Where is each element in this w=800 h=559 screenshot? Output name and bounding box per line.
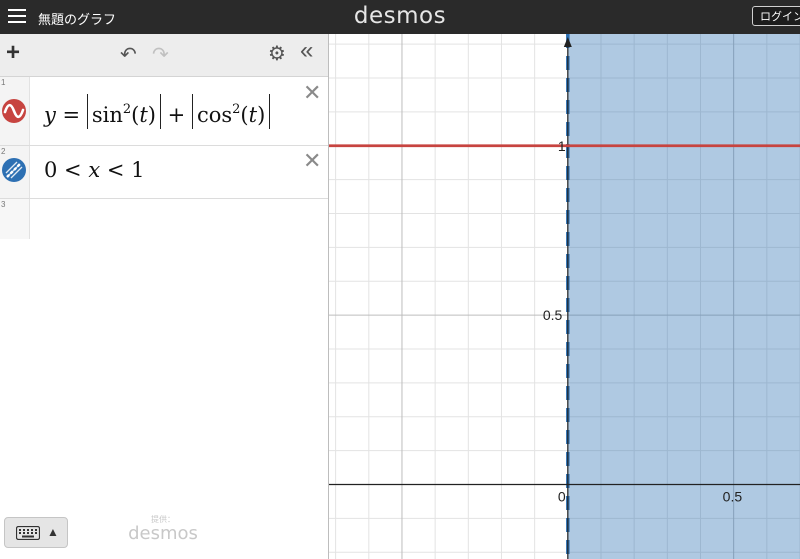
x-tick-label: 0.5	[723, 488, 743, 504]
expression-row-1[interactable]: 1 y = sin2(t) + cos2(t) ✕	[0, 77, 328, 146]
expression-gutter: 1	[0, 77, 30, 145]
expression-panel: + ↶ ↷ ⚙ « 1 y = sin2(t) + cos2(t) ✕ 2 0 …	[0, 34, 329, 559]
double-chevron-left-icon[interactable]: «	[300, 37, 313, 65]
gear-icon[interactable]: ⚙	[268, 41, 286, 66]
expression-number: 2	[1, 147, 6, 156]
close-icon[interactable]: ✕	[303, 80, 321, 106]
expression-gutter: 2	[0, 146, 30, 198]
plus-icon[interactable]: +	[6, 39, 20, 67]
panel-footer: ▲ 提供： desmos	[0, 514, 328, 559]
keyboard-icon	[16, 526, 40, 540]
y-tick-label: 1	[558, 138, 566, 154]
expression-math[interactable]: 0 < x < 1	[44, 158, 144, 182]
keyboard-toggle-button[interactable]: ▲	[4, 517, 68, 548]
undo-icon[interactable]: ↶	[120, 42, 137, 67]
graph-title[interactable]: 無題のグラフ	[38, 9, 116, 28]
close-icon[interactable]: ✕	[303, 148, 321, 174]
y-tick-label: 0.5	[543, 307, 563, 323]
shaded-region	[567, 34, 800, 559]
expression-number: 3	[1, 200, 6, 209]
top-bar: 無題のグラフ desmos ログイン	[0, 0, 800, 34]
expression-math[interactable]: y = sin2(t) + cos2(t)	[44, 94, 271, 129]
login-button[interactable]: ログイン	[752, 6, 800, 26]
wave-icon[interactable]	[2, 99, 26, 123]
expression-row-3[interactable]: 3	[0, 199, 328, 239]
expression-gutter: 3	[0, 199, 30, 239]
expression-toolbar: + ↶ ↷ ⚙ «	[0, 34, 328, 77]
caret-up-icon: ▲	[47, 525, 59, 539]
desmos-logo: desmos	[353, 3, 447, 29]
expression-row-2[interactable]: 2 0 < x < 1 ✕	[0, 146, 328, 199]
powered-by-logo: desmos	[128, 523, 198, 544]
powered-by: 提供： desmos	[128, 514, 198, 544]
expression-number: 1	[1, 78, 6, 87]
shade-icon[interactable]	[2, 158, 26, 182]
x-tick-label: 0	[558, 488, 566, 504]
hamburger-icon[interactable]	[8, 9, 26, 25]
redo-icon[interactable]: ↷	[152, 42, 169, 67]
graph-svg[interactable]: 0 0.5 0.5 1	[329, 34, 800, 559]
graph-canvas[interactable]: 0 0.5 0.5 1	[329, 34, 800, 559]
